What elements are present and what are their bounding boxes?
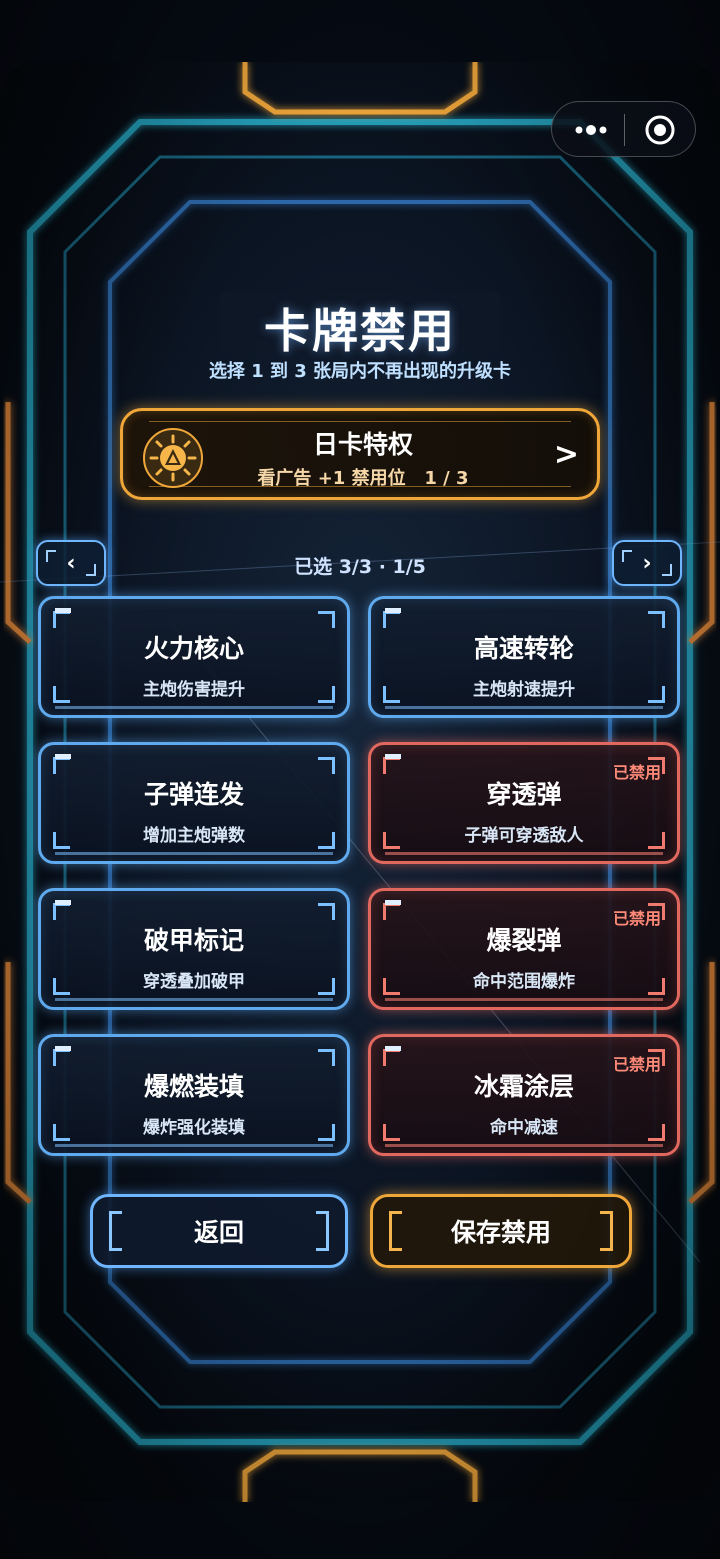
privilege-top-line	[149, 421, 571, 422]
card-bottom-bar	[385, 706, 663, 709]
card-bottom-bar	[55, 706, 333, 709]
bracket-left	[109, 1211, 122, 1251]
bracket-corner	[622, 550, 632, 562]
card-tick	[385, 900, 401, 905]
upgrade-card[interactable]: 爆裂弹 命中范围爆炸 已禁用	[368, 888, 680, 1010]
card-bottom-bar	[385, 852, 663, 855]
bracket-corner	[662, 564, 672, 576]
upgrade-card[interactable]: 子弹连发增加主炮弹数	[38, 742, 350, 864]
page-title: 卡牌禁用	[264, 304, 456, 358]
corner-bracket	[383, 903, 400, 920]
corner-bracket	[318, 1049, 335, 1066]
corner-bracket	[53, 1049, 70, 1066]
corner-bracket	[383, 757, 400, 774]
bracket-right	[600, 1211, 613, 1251]
corner-bracket	[53, 757, 70, 774]
card-tick	[55, 900, 71, 905]
card-name: 子弹连发	[143, 780, 244, 809]
card-tick	[385, 754, 401, 759]
save-ban-button[interactable]: 保存禁用	[370, 1194, 632, 1268]
upgrade-card[interactable]: 穿透弹 子弹可穿透敌人 已禁用	[368, 742, 680, 864]
upgrade-card[interactable]: 破甲标记穿透叠加破甲	[38, 888, 350, 1010]
page-subtitle: 选择 1 到 3 张局内不再出现的升级卡	[208, 361, 512, 382]
card-tick	[385, 608, 401, 613]
card-description: 穿透叠加破甲	[143, 972, 245, 992]
card-bottom-bar	[55, 852, 333, 855]
bracket-right	[316, 1211, 329, 1251]
banned-badge: 已禁用	[612, 1055, 661, 1074]
card-description: 增加主炮弹数	[143, 826, 245, 846]
banned-badge: 已禁用	[612, 909, 661, 928]
more-icon[interactable]	[568, 115, 614, 145]
card-tick	[385, 1046, 401, 1051]
corner-bracket	[383, 1049, 400, 1066]
card-name: 爆燃装填	[143, 1072, 244, 1101]
card-description: 主炮射速提升	[473, 680, 575, 700]
capsule-divider	[624, 114, 625, 146]
chevron-right-icon: ›	[642, 550, 652, 576]
save-button-label: 保存禁用	[450, 1218, 551, 1247]
next-page-button[interactable]: ›	[612, 540, 682, 586]
privilege-description: 看广告 +1 禁用位 1 / 3	[257, 468, 469, 489]
card-tick	[55, 754, 71, 759]
card-name: 破甲标记	[143, 926, 244, 955]
corner-bracket	[318, 903, 335, 920]
corner-bracket	[53, 903, 70, 920]
card-description: 主炮伤害提升	[143, 680, 245, 700]
banned-badge: 已禁用	[612, 763, 661, 782]
card-tick	[55, 1046, 71, 1051]
back-button-label: 返回	[193, 1218, 244, 1247]
upgrade-card[interactable]: 高速转轮主炮射速提升	[368, 596, 680, 718]
upgrade-card[interactable]: 爆燃装填爆炸强化装填	[38, 1034, 350, 1156]
card-description: 命中范围爆炸	[473, 972, 575, 992]
card-bottom-bar	[55, 1144, 333, 1147]
close-target-icon[interactable]	[644, 114, 676, 146]
card-description: 爆炸强化装填	[143, 1118, 245, 1138]
bracket-left	[389, 1211, 402, 1251]
back-button[interactable]: 返回	[90, 1194, 348, 1268]
card-description: 命中减速	[490, 1118, 558, 1138]
card-name: 火力核心	[143, 634, 244, 663]
corner-bracket	[648, 611, 665, 628]
chevron-right-icon: >	[553, 437, 579, 472]
corner-bracket	[318, 611, 335, 628]
card-bottom-bar	[55, 998, 333, 1001]
corner-bracket	[318, 757, 335, 774]
daily-card-privilege-button[interactable]: 日卡特权 看广告 +1 禁用位 1 / 3 >	[120, 408, 600, 500]
card-name: 高速转轮	[473, 634, 574, 663]
upgrade-card[interactable]: 火力核心主炮伤害提升	[38, 596, 350, 718]
upgrade-card[interactable]: 冰霜涂层 命中减速 已禁用	[368, 1034, 680, 1156]
card-description: 子弹可穿透敌人	[464, 826, 584, 846]
corner-bracket	[53, 611, 70, 628]
card-bottom-bar	[385, 1144, 663, 1147]
corner-bracket	[383, 611, 400, 628]
privilege-title: 日卡特权	[312, 430, 413, 459]
capsule-menu	[551, 101, 696, 157]
card-tick	[55, 608, 71, 613]
card-bottom-bar	[385, 998, 663, 1001]
